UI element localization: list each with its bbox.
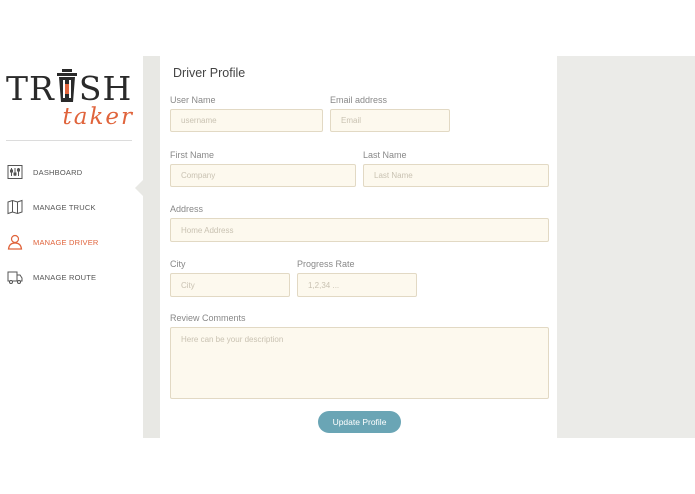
sidebar-divider <box>6 140 132 141</box>
truck-icon <box>7 269 23 285</box>
trash-taker-logo[interactable]: TR SH taker <box>6 60 136 132</box>
page-title: Driver Profile <box>173 66 246 80</box>
address-label: Address <box>170 204 204 214</box>
review-comments-label: Review Comments <box>170 313 246 323</box>
last-name-label: Last Name <box>363 150 407 160</box>
sidebar-item-manage-driver[interactable]: MANAGE DRIVER <box>0 230 140 254</box>
map-icon <box>7 199 23 215</box>
address-input[interactable] <box>170 218 549 242</box>
review-comments-textarea[interactable] <box>170 327 549 399</box>
sidebar-item-label: MANAGE DRIVER <box>33 237 99 247</box>
email-input[interactable] <box>330 109 450 132</box>
right-side-panel <box>557 56 695 438</box>
username-input[interactable] <box>170 109 323 132</box>
first-name-label: First Name <box>170 150 215 160</box>
active-indicator-notch <box>135 180 143 196</box>
sidebar-item-dashboard[interactable]: DASHBOARD <box>0 160 140 184</box>
sidebar-item-manage-route[interactable]: MANAGE ROUTE <box>0 265 140 289</box>
city-label: City <box>170 259 186 269</box>
progress-rate-label: Progress Rate <box>297 259 355 269</box>
username-label: User Name <box>170 95 216 105</box>
sidebar: TR SH taker DASHBOARD MANAGE TRUCK MANAG… <box>0 56 143 438</box>
logo-text-tr: TR <box>6 69 55 108</box>
last-name-input[interactable] <box>363 164 549 187</box>
sidebar-item-label: MANAGE ROUTE <box>33 272 97 282</box>
update-profile-button[interactable]: Update Profile <box>318 411 401 433</box>
dashboard-sliders-icon <box>7 164 23 180</box>
sidebar-item-label: DASHBOARD <box>33 167 83 177</box>
user-icon <box>7 234 23 250</box>
logo-text-sh: SH <box>78 69 133 108</box>
sidebar-item-manage-truck[interactable]: MANAGE TRUCK <box>0 195 140 219</box>
email-label: Email address <box>330 95 388 105</box>
first-name-input[interactable] <box>170 164 356 187</box>
logo-text-taker: taker <box>62 104 134 130</box>
trash-can-icon <box>55 68 79 104</box>
city-input[interactable] <box>170 273 290 297</box>
sidebar-item-label: MANAGE TRUCK <box>33 202 96 212</box>
content-left-gutter <box>143 56 160 438</box>
progress-rate-input[interactable] <box>297 273 417 297</box>
